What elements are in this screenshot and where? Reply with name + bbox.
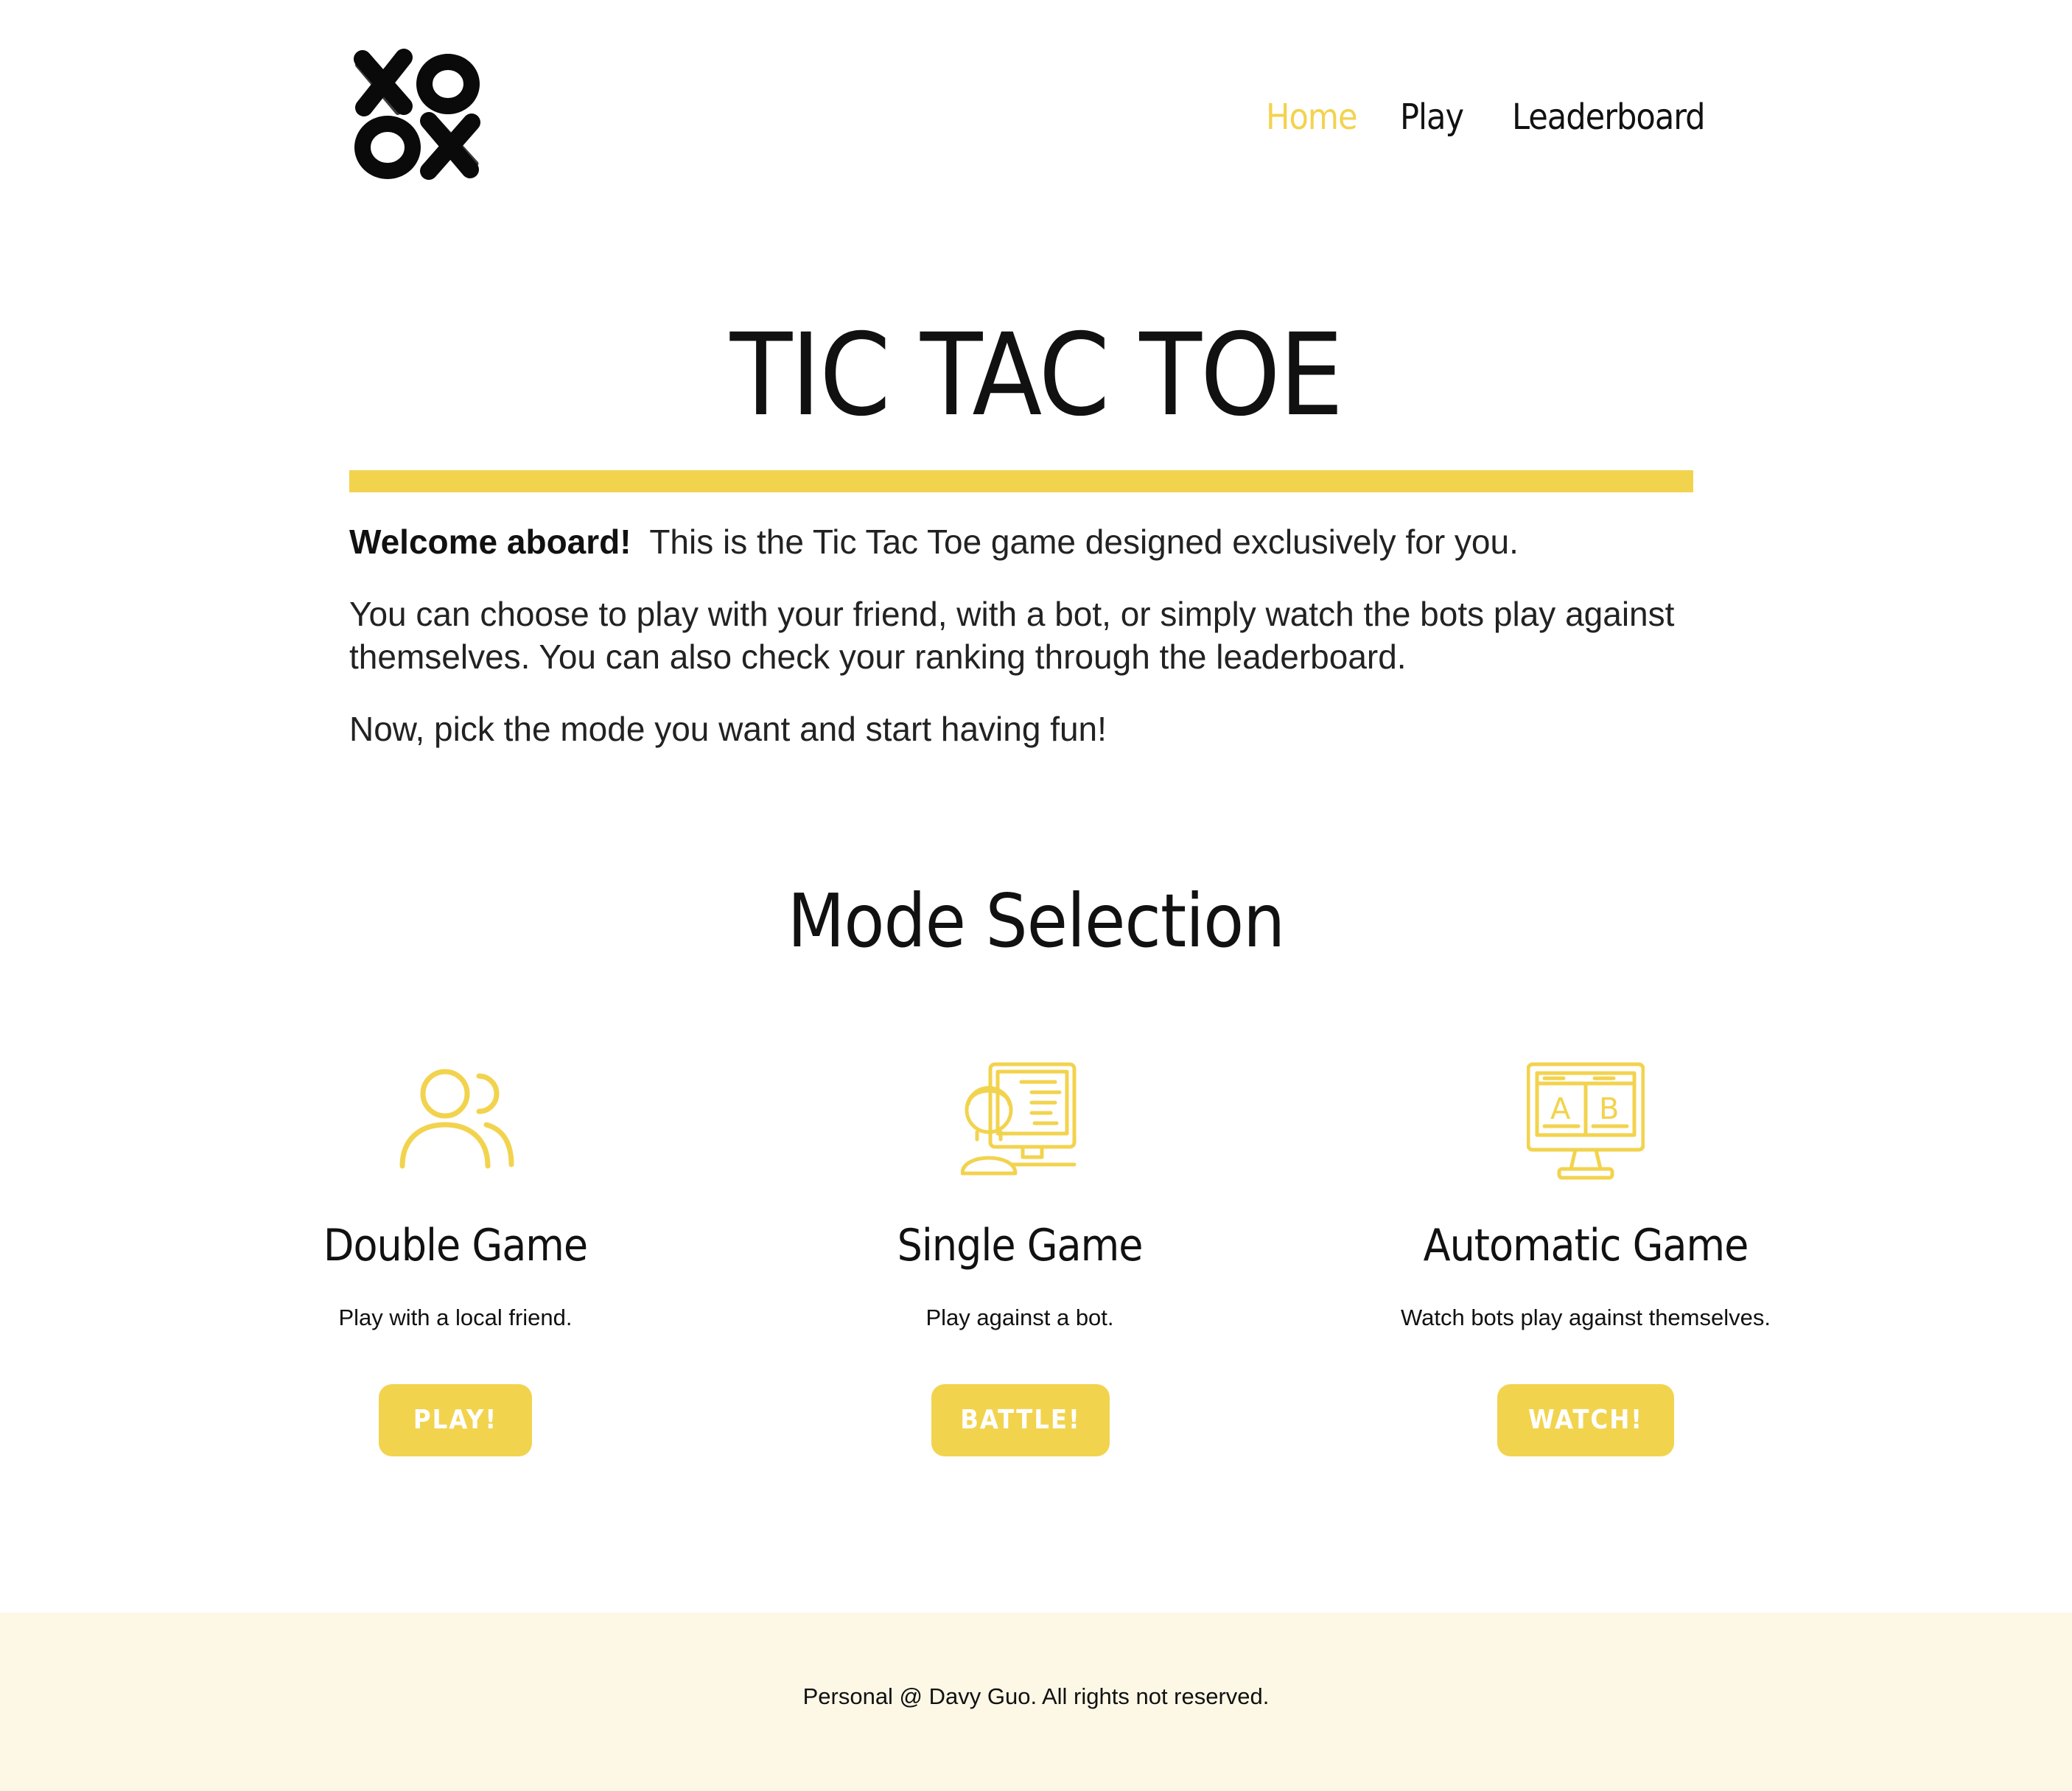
welcome-heading: Welcome aboard! — [349, 523, 631, 561]
mode-card-single-game: Single Game Play against a bot. BATTLE! — [688, 1061, 1351, 1474]
intro-cta-paragraph: Now, pick the mode you want and start ha… — [349, 710, 1107, 748]
mode-title-automatic: Automatic Game — [1423, 1220, 1749, 1271]
play-button[interactable]: PLAY! — [379, 1384, 532, 1456]
ab-monitor-icon: A B — [1526, 1061, 1645, 1187]
mode-title-double: Double Game — [323, 1220, 588, 1271]
intro-modes-paragraph: You can choose to play with your friend,… — [349, 595, 1675, 676]
intro-text: Welcome aboard! This is the Tic Tac Toe … — [349, 520, 1720, 780]
site-footer: Personal @ Davy Guo. All rights not rese… — [0, 1613, 2072, 1791]
nav-play-link[interactable]: Play — [1400, 91, 1464, 143]
mode-selection-title: Mode Selection — [787, 878, 1285, 964]
icon-letter-a: A — [1550, 1092, 1571, 1126]
mode-card-automatic-game: A B Automatic Game Watch bots play again… — [1254, 1061, 1917, 1474]
intro-welcome-paragraph: Welcome aboard! This is the Tic Tac Toe … — [349, 520, 1720, 563]
site-header: Home Play Leaderboard — [0, 0, 2072, 243]
two-users-icon — [396, 1061, 514, 1187]
mode-desc-automatic: Watch bots play against themselves. — [1401, 1305, 1771, 1330]
main-nav: Home Play Leaderboard — [0, 91, 2072, 143]
battle-button[interactable]: BATTLE! — [931, 1384, 1110, 1456]
person-computer-icon — [960, 1061, 1079, 1187]
mode-desc-single: Play against a bot. — [925, 1305, 1114, 1330]
mode-desc-double: Play with a local friend. — [338, 1305, 573, 1330]
footer-copyright: Personal @ Davy Guo. All rights not rese… — [802, 1683, 1270, 1709]
mode-card-double-game: Double Game Play with a local friend. PL… — [124, 1061, 787, 1474]
nav-leaderboard-link[interactable]: Leaderboard — [1512, 91, 1706, 143]
watch-button[interactable]: WATCH! — [1497, 1384, 1674, 1456]
page: Home Play Leaderboard TIC TAC TOE Welcom… — [0, 0, 2072, 1791]
title-divider — [349, 470, 1693, 492]
page-title: TIC TAC TOE — [729, 310, 1344, 441]
nav-home-link[interactable]: Home — [1266, 91, 1358, 143]
mode-title-single: Single Game — [897, 1220, 1144, 1271]
welcome-text: This is the Tic Tac Toe game designed ex… — [649, 523, 1519, 561]
icon-letter-b: B — [1599, 1092, 1619, 1126]
